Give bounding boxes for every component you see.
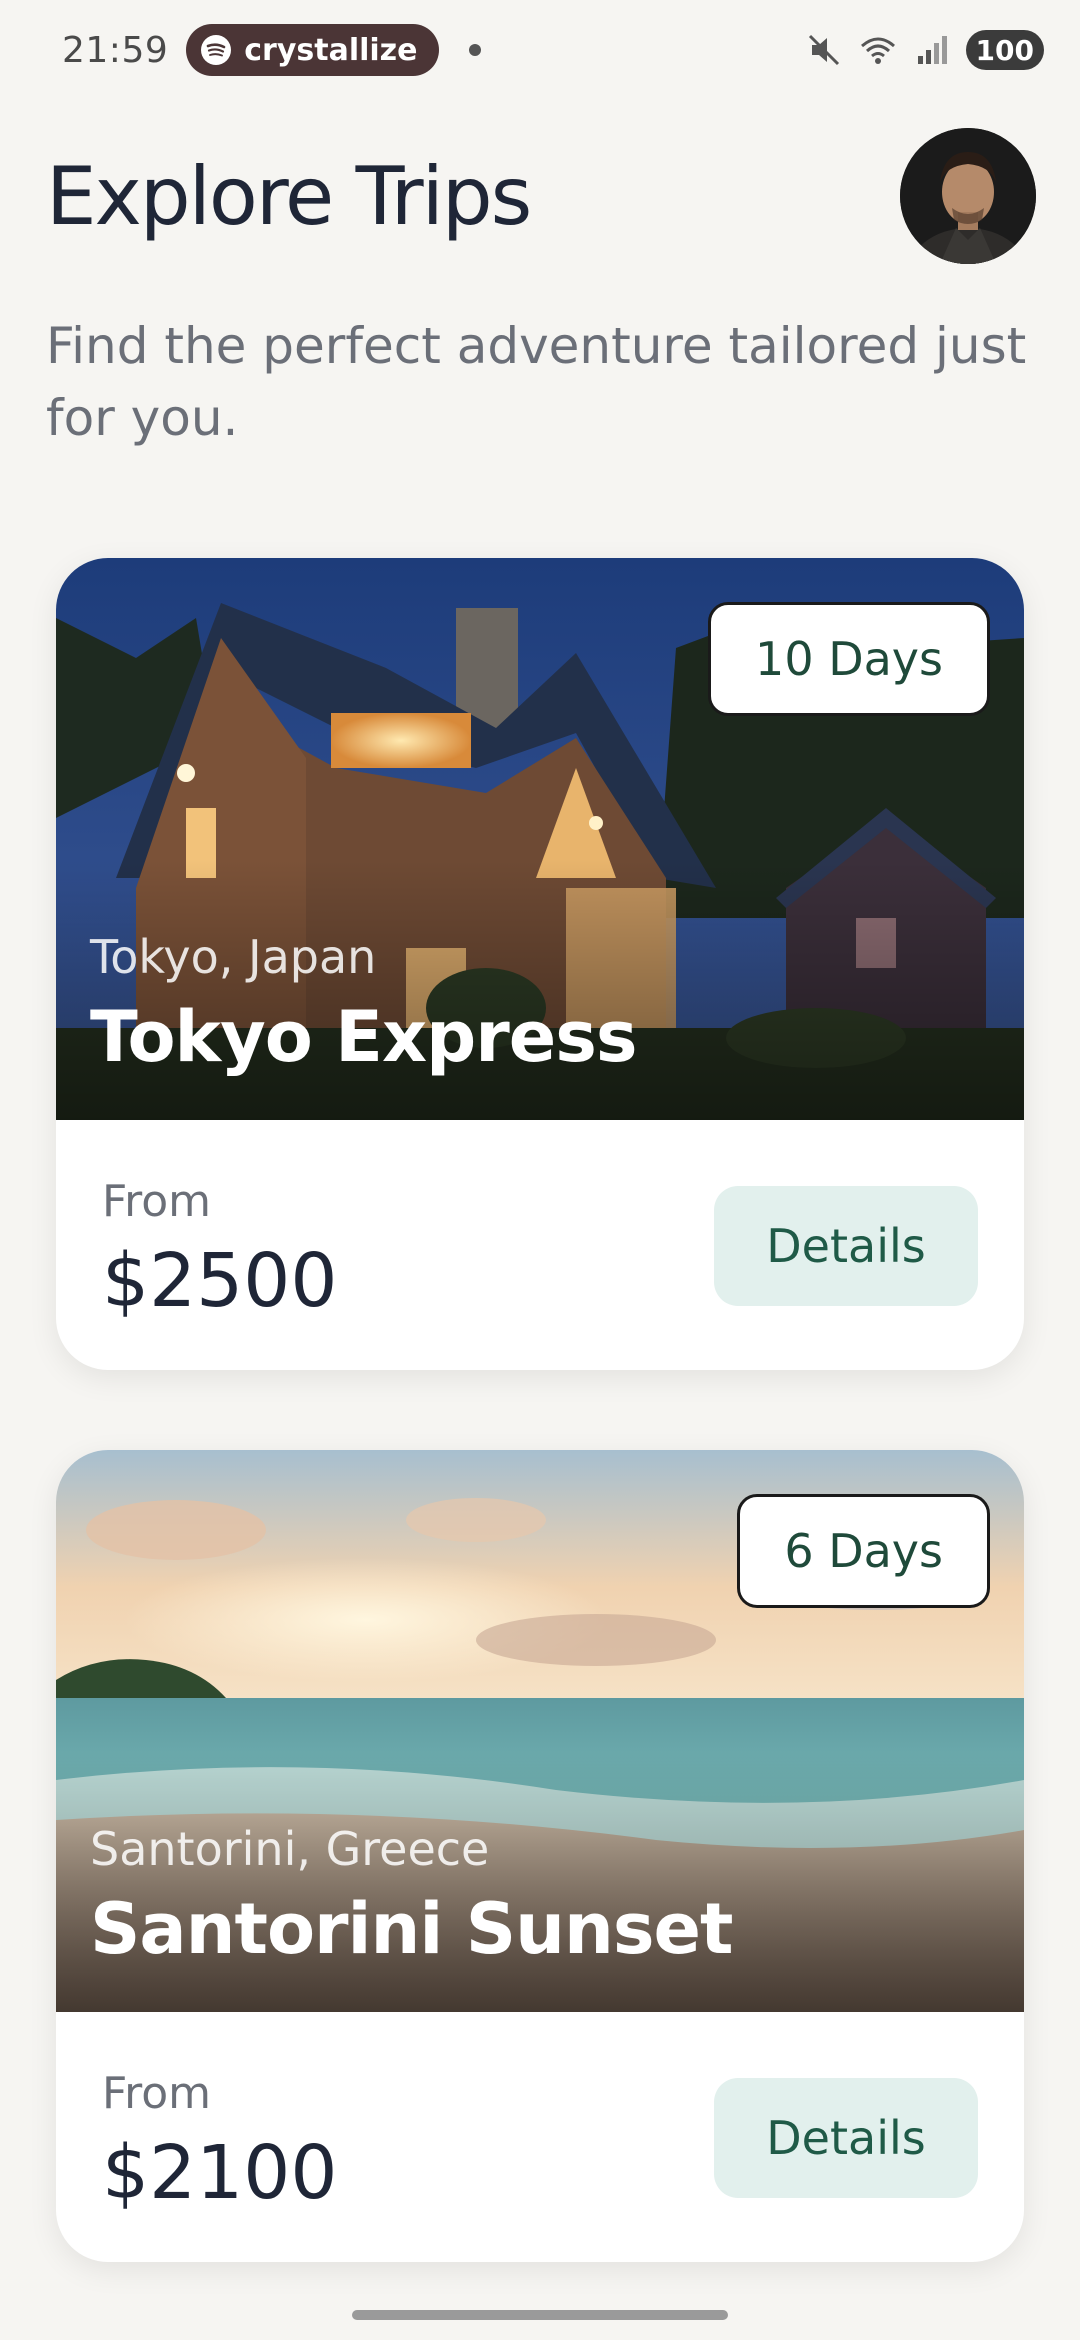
details-button[interactable]: Details [714, 2078, 978, 2198]
price-value: $2100 [102, 2130, 338, 2216]
price-label: From [102, 2068, 212, 2119]
home-indicator[interactable] [352, 2310, 728, 2320]
price-value: $2500 [102, 1238, 338, 1324]
trip-card[interactable]: 10 Days Tokyo, Japan Tokyo Express From … [56, 558, 1024, 1370]
mute-icon [808, 34, 839, 66]
trip-location: Tokyo, Japan [90, 930, 377, 984]
image-gradient-overlay [56, 1752, 1024, 2012]
media-notification-pill[interactable]: crystallize [186, 24, 440, 76]
card-footer: From $2100 Details [56, 2012, 1024, 2262]
duration-badge: 6 Days [737, 1494, 990, 1608]
trip-image: 6 Days Santorini, Greece Santorini Sunse… [56, 1450, 1024, 2012]
avatar[interactable] [900, 128, 1036, 264]
duration-badge: 10 Days [708, 602, 990, 716]
details-button[interactable]: Details [714, 1186, 978, 1306]
card-footer: From $2500 Details [56, 1120, 1024, 1370]
trip-name: Santorini Sunset [90, 1888, 733, 1970]
price-label: From [102, 1176, 212, 1227]
battery-level: 100 [975, 33, 1034, 67]
media-app-label: crystallize [244, 32, 418, 68]
signal-icon [917, 36, 947, 64]
page-title: Explore Trips [46, 150, 532, 243]
image-gradient-overlay [56, 860, 1024, 1120]
battery-icon: 100 [965, 30, 1044, 70]
trip-image: 10 Days Tokyo, Japan Tokyo Express [56, 558, 1024, 1120]
spotify-icon [201, 35, 232, 65]
status-bar: 21:59 crystallize 100 [0, 0, 1080, 100]
trip-location: Santorini, Greece [90, 1822, 490, 1876]
status-time: 21:59 [62, 29, 169, 71]
wifi-icon [860, 37, 895, 64]
notification-dot [469, 44, 482, 56]
trip-card[interactable]: 6 Days Santorini, Greece Santorini Sunse… [56, 1450, 1024, 2262]
status-icons: 100 [804, 30, 1044, 70]
page-subtitle: Find the perfect adventure tailored just… [46, 317, 1027, 447]
trip-name: Tokyo Express [90, 996, 638, 1078]
